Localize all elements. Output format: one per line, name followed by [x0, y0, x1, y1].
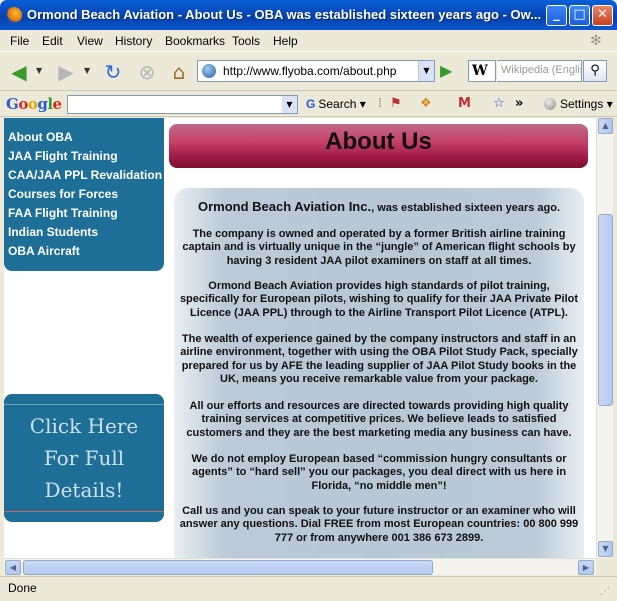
promo-line-1: Click Here [29, 414, 139, 438]
go-icon[interactable]: ▶ [440, 62, 458, 80]
search-engine-selector[interactable]: W [468, 60, 496, 82]
about-text-panel: Ormond Beach Aviation Inc., was establis… [174, 188, 584, 558]
gmail-icon[interactable]: M [458, 96, 471, 111]
scroll-right-icon[interactable]: ▶ [578, 560, 594, 575]
sidebar-item-about-oba[interactable]: About OBA [8, 130, 73, 144]
intro-line: Ormond Beach Aviation Inc., was establis… [179, 200, 579, 215]
menu-view[interactable]: View [77, 34, 103, 48]
toolbar-more-button[interactable]: » [515, 96, 523, 111]
menu-edit[interactable]: Edit [42, 34, 63, 48]
settings-button[interactable]: Settings ▾ [544, 97, 613, 111]
url-text: http://www.flyoba.com/about.php [223, 64, 397, 78]
forward-icon[interactable]: ▶ [53, 59, 79, 85]
menu-tools[interactable]: Tools [232, 34, 260, 48]
wrench-icon [544, 98, 556, 110]
sidebar-item-jaa-flight-training[interactable]: JAA Flight Training [8, 149, 118, 163]
horizontal-scroll-thumb[interactable] [23, 560, 433, 575]
page-content: About OBA JAA Flight Training CAA/JAA PP… [4, 118, 596, 558]
search-input[interactable]: Wikipedia (English) [497, 60, 582, 82]
menu-file[interactable]: File [10, 34, 29, 48]
url-history-dropdown-icon[interactable]: ▼ [418, 61, 434, 81]
url-bar[interactable]: http://www.flyoba.com/about.php ▼ [197, 60, 435, 82]
paragraph-contact: Call us and you can speak to your future… [179, 505, 579, 544]
sidebar-item-faa-flight-training[interactable]: FAA Flight Training [8, 206, 118, 220]
back-icon[interactable]: ◀ [6, 59, 32, 85]
sidebar-item-indian-students[interactable]: Indian Students [8, 225, 98, 239]
stop-icon[interactable]: ⊗ [134, 59, 160, 85]
status-text: Done [8, 581, 37, 595]
google-g-icon: G [306, 97, 316, 111]
paragraph-resources: All our efforts and resources are direct… [186, 400, 572, 439]
sidebar-item-caa-jaa-ppl-revalidation[interactable]: CAA/JAA PPL Revalidation [8, 168, 162, 182]
paragraph-ownership: The company is owned and operated by a f… [182, 228, 576, 267]
menu-help[interactable]: Help [273, 34, 298, 48]
google-search-dropdown-icon[interactable]: ▼ [282, 96, 297, 113]
home-icon[interactable]: ⌂ [166, 59, 192, 85]
menu-bookmarks[interactable]: Bookmarks [165, 34, 225, 48]
promo-line-3: Details! [44, 478, 124, 502]
status-bar: Done [0, 576, 617, 601]
paragraph-no-agents: We do not employ European based “commiss… [191, 453, 567, 492]
vertical-scrollbar[interactable]: ▲ ▼ [596, 118, 613, 558]
page-header-banner: About Us [169, 124, 588, 168]
horizontal-scrollbar[interactable]: ◀ ▶ [4, 558, 596, 575]
close-button[interactable]: ✕ [592, 5, 613, 26]
highlight-icon[interactable]: ⚑ [390, 96, 402, 111]
firefox-icon [6, 7, 22, 23]
google-search-input[interactable]: ▼ [67, 95, 298, 114]
sidebar-nav: About OBA JAA Flight Training CAA/JAA PP… [4, 118, 164, 271]
paragraph-experience: The wealth of experience gained by the c… [180, 333, 578, 386]
intro-text: , was established sixteen years ago. [371, 202, 561, 214]
bookmark-star-icon[interactable]: ☆ [493, 96, 505, 111]
company-name: Ormond Beach Aviation Inc. [197, 199, 372, 214]
puzzle-icon[interactable]: ❖ [420, 96, 432, 111]
site-globe-icon [202, 64, 216, 78]
google-logo: Google [6, 95, 62, 113]
throbber-icon: ✻ [590, 33, 602, 49]
menu-history[interactable]: History [115, 34, 152, 48]
scrollbar-corner [596, 558, 613, 575]
resize-grip-icon[interactable]: ⋰ [600, 586, 612, 598]
google-search-button[interactable]: G Search ▾ [306, 97, 366, 111]
vertical-scroll-thumb[interactable] [598, 214, 613, 406]
search-icon[interactable]: ⚲ [583, 60, 607, 82]
forward-history-dropdown-icon[interactable]: ▼ [84, 66, 90, 75]
window-titlebar: Ormond Beach Aviation - About Us - OBA w… [0, 0, 617, 30]
toolbar-separator-icon: ⁞ [378, 96, 383, 111]
back-history-dropdown-icon[interactable]: ▼ [36, 66, 42, 75]
window-title: Ormond Beach Aviation - About Us - OBA w… [27, 7, 542, 22]
scroll-left-icon[interactable]: ◀ [5, 560, 21, 575]
minimize-button[interactable]: _ [546, 5, 567, 26]
scroll-down-icon[interactable]: ▼ [598, 541, 613, 557]
details-promo-button[interactable]: Click Here For Full Details! [4, 394, 164, 522]
page-title: About Us [325, 128, 432, 155]
scroll-up-icon[interactable]: ▲ [598, 118, 613, 134]
sidebar-item-oba-aircraft[interactable]: OBA Aircraft [8, 244, 80, 258]
sidebar-item-courses-for-forces[interactable]: Courses for Forces [8, 187, 118, 201]
promo-line-2: For Full [43, 446, 125, 470]
paragraph-standards: Ormond Beach Aviation provides high stan… [179, 280, 579, 319]
menu-bar: File Edit View History Bookmarks Tools H… [0, 30, 617, 52]
reload-icon[interactable]: ↻ [100, 59, 126, 85]
maximize-button[interactable]: □ [569, 5, 590, 26]
